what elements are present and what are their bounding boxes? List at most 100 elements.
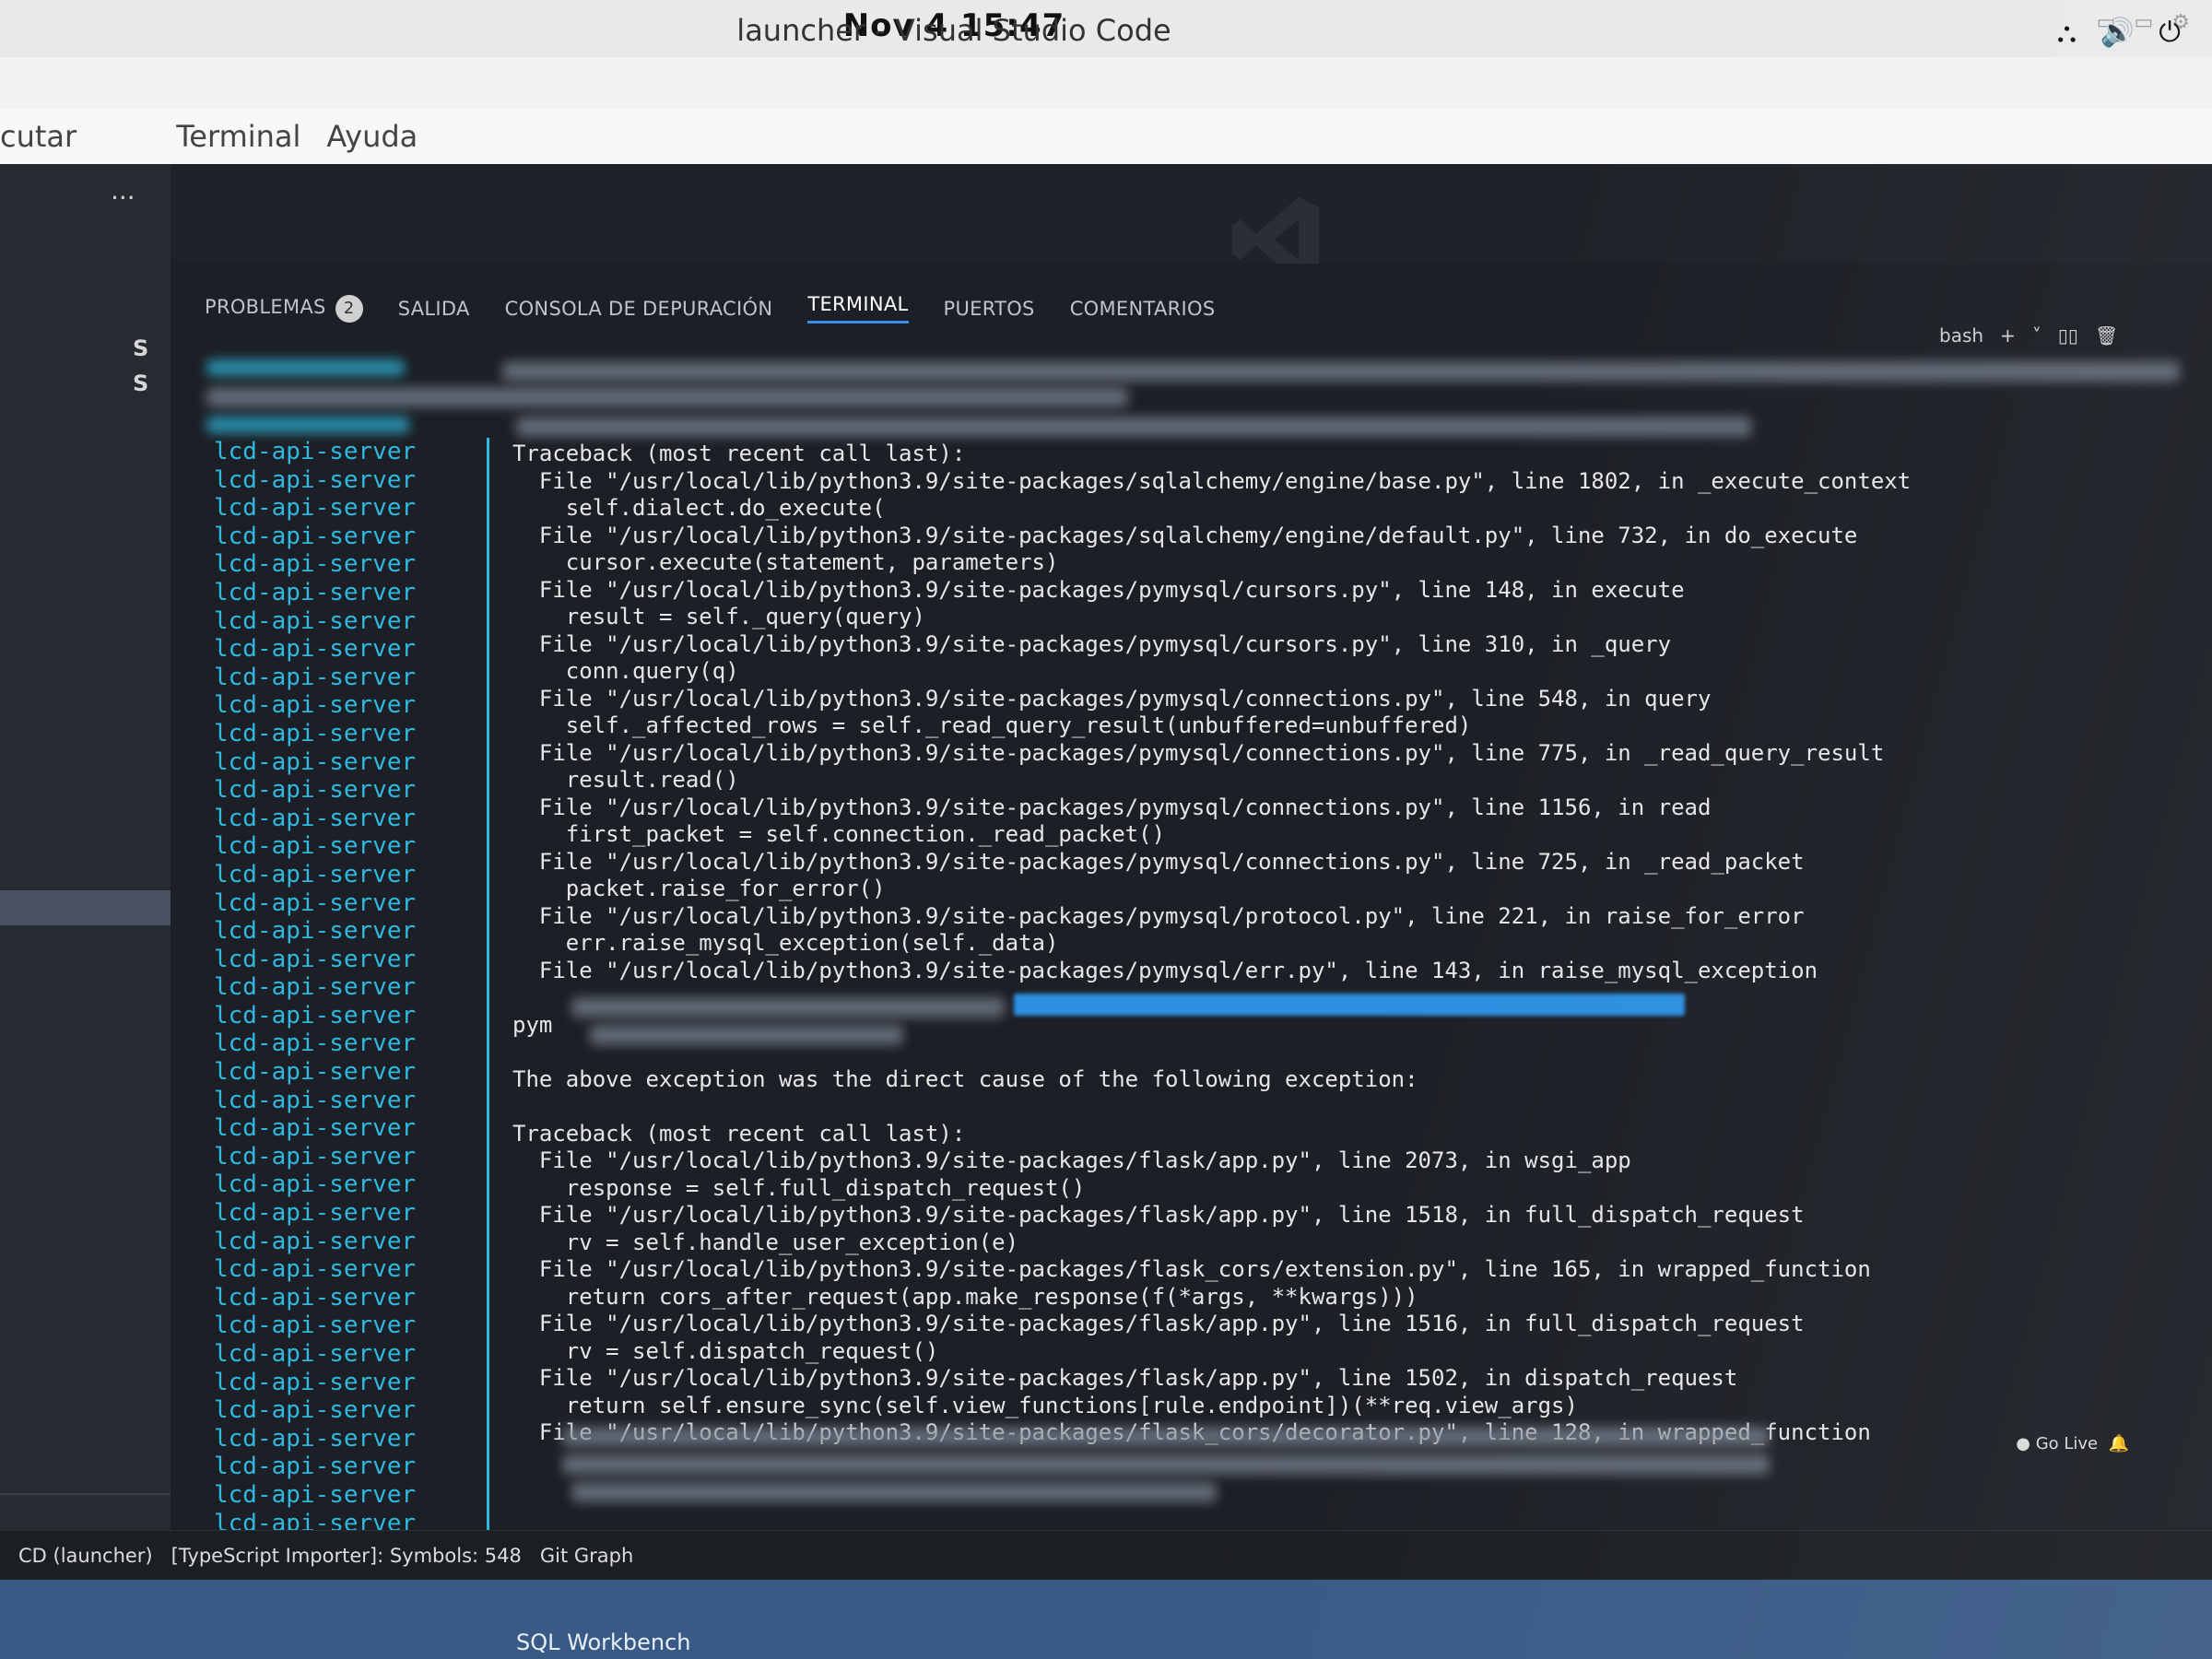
log-prefix: lcd-api-server bbox=[214, 550, 417, 579]
terminal-line: rv = self.dispatch_request() bbox=[512, 1337, 939, 1364]
log-prefix: lcd-api-server bbox=[214, 1453, 417, 1481]
terminal-output[interactable]: Traceback (most recent call last): File … bbox=[512, 441, 2208, 1447]
log-prefix: lcd-api-server bbox=[214, 747, 417, 776]
panel-tabs: PROBLEMAS 2 SALIDA CONSOLA DE DEPURACIÓN … bbox=[205, 293, 1215, 324]
log-prefix: lcd-api-server bbox=[214, 804, 417, 832]
log-prefix: lcd-api-server bbox=[214, 606, 417, 635]
tab-debug-console[interactable]: CONSOLA DE DEPURACIÓN bbox=[505, 298, 773, 320]
network-icon[interactable]: ⛬ bbox=[2057, 17, 2077, 49]
tab-ports[interactable]: PUERTOS bbox=[944, 298, 1035, 320]
log-prefix: lcd-api-server bbox=[214, 1001, 417, 1030]
terminal-line: File "/usr/local/lib/python3.9/site-pack… bbox=[512, 739, 1885, 766]
log-prefix: lcd-api-server bbox=[214, 945, 417, 973]
obscured-text bbox=[562, 1427, 1770, 1447]
split-terminal-icon[interactable]: ▯▯ bbox=[2058, 324, 2078, 347]
sidebar: ... S S bbox=[0, 164, 171, 1530]
obscured-text bbox=[206, 387, 1128, 407]
terminal-line: Traceback (most recent call last): bbox=[512, 441, 966, 466]
terminal-line: File "/usr/local/lib/python3.9/site-pack… bbox=[512, 1311, 1805, 1336]
log-prefix: lcd-api-server bbox=[214, 1030, 417, 1058]
status-ts-importer[interactable]: [TypeScript Importer]: Symbols: 548 bbox=[171, 1545, 522, 1567]
problems-count-badge: 2 bbox=[335, 294, 363, 323]
tab-output[interactable]: SALIDA bbox=[398, 298, 470, 320]
log-prefix: lcd-api-server bbox=[214, 465, 417, 494]
log-prefix: lcd-api-server bbox=[214, 1340, 417, 1368]
obscured-text bbox=[206, 417, 409, 433]
status-git-graph[interactable]: Git Graph bbox=[540, 1545, 633, 1567]
log-prefix: lcd-api-server bbox=[214, 888, 417, 917]
obscured-text bbox=[590, 1025, 903, 1045]
status-bar: CD (launcher) [TypeScript Importer]: Sym… bbox=[0, 1530, 2212, 1581]
terminal-line: File "/usr/local/lib/python3.9/site-pack… bbox=[512, 1256, 1871, 1282]
obscured-text bbox=[206, 359, 405, 376]
terminal-line: return cors_after_request(app.make_respo… bbox=[512, 1283, 1418, 1310]
log-prefix: lcd-api-server bbox=[214, 1283, 417, 1312]
log-prefix: lcd-api-server bbox=[214, 1199, 417, 1228]
menu-item-terminal[interactable]: Terminal bbox=[176, 119, 300, 154]
trash-icon[interactable]: 🗑 bbox=[2095, 324, 2118, 347]
terminal-line: File "/usr/local/lib/python3.9/site-pack… bbox=[512, 1147, 1631, 1173]
terminal-line: File "/usr/local/lib/python3.9/site-pack… bbox=[512, 467, 1912, 494]
menu-item-run[interactable]: cutar bbox=[0, 119, 76, 154]
log-prefix: lcd-api-server bbox=[214, 1142, 417, 1171]
editor-area bbox=[171, 164, 2212, 264]
text-selection bbox=[1014, 994, 1685, 1016]
log-prefix: lcd-api-server bbox=[214, 917, 417, 946]
log-prefix: lcd-api-server bbox=[214, 635, 417, 664]
terminal-line: Traceback (most recent call last): bbox=[512, 1120, 966, 1147]
obscured-text bbox=[571, 997, 1005, 1018]
terminal-line: File "/usr/local/lib/python3.9/site-pack… bbox=[512, 902, 1805, 929]
more-actions-icon[interactable]: ... bbox=[111, 175, 135, 206]
log-prefix: lcd-api-server bbox=[214, 719, 417, 747]
terminal-line: cursor.execute(statement, parameters) bbox=[512, 549, 1059, 575]
chevron-down-icon[interactable]: ˅ bbox=[2032, 324, 2041, 347]
status-remote[interactable]: CD (launcher) bbox=[18, 1545, 153, 1567]
log-prefix: lcd-api-server bbox=[214, 1368, 417, 1396]
power-icon[interactable]: ⏻ bbox=[2159, 17, 2181, 49]
terminal-line: response = self.full_dispatch_request() bbox=[512, 1174, 1086, 1201]
terminal-line: File "/usr/local/lib/python3.9/site-pack… bbox=[512, 522, 1858, 548]
log-separator bbox=[487, 438, 489, 1535]
title-bar-status-icons: ⛬ 🔊 ⏻ bbox=[2057, 0, 2181, 65]
window-title: launcher - Visual Studio Code bbox=[736, 13, 1171, 48]
terminal-line: rv = self.handle_user_exception(e) bbox=[512, 1229, 1019, 1255]
terminal-line: result.read() bbox=[512, 767, 739, 793]
terminal-line: File "/usr/local/lib/python3.9/site-pack… bbox=[512, 848, 1805, 875]
obscured-text bbox=[562, 1454, 1770, 1475]
obscured-text bbox=[516, 417, 1751, 437]
tab-problems[interactable]: PROBLEMAS 2 bbox=[205, 294, 363, 323]
log-prefix: lcd-api-server bbox=[214, 578, 417, 606]
log-prefix: lcd-api-server bbox=[214, 1396, 417, 1425]
terminal-prefix-column: lcd-api-server lcd-api-server lcd-api-serv… bbox=[214, 438, 472, 1566]
sidebar-item-status[interactable]: S bbox=[133, 335, 148, 361]
terminal-line: The above exception was the direct cause… bbox=[512, 1065, 1418, 1092]
menu-item-help[interactable]: Ayuda bbox=[326, 119, 418, 154]
log-prefix: lcd-api-server bbox=[214, 973, 417, 1002]
taskbar-app-sql-workbench[interactable]: SQL Workbench bbox=[516, 1630, 691, 1655]
log-prefix: lcd-api-server bbox=[214, 522, 417, 550]
terminal-line: File "/usr/local/lib/python3.9/site-pack… bbox=[512, 794, 1712, 820]
terminal-line: File "/usr/local/lib/python3.9/site-pack… bbox=[512, 957, 1818, 983]
sidebar-item-status[interactable]: S bbox=[133, 371, 148, 396]
terminal-line: File "/usr/local/lib/python3.9/site-pack… bbox=[512, 576, 1685, 603]
log-prefix: lcd-api-server bbox=[214, 1312, 417, 1340]
log-prefix: lcd-api-server bbox=[214, 1227, 417, 1255]
terminal-line: self._affected_rows = self._read_query_r… bbox=[512, 712, 1472, 738]
add-terminal-icon[interactable]: + bbox=[2000, 324, 2016, 347]
terminal-shell-selector[interactable]: bash bbox=[1939, 324, 1983, 347]
terminal-line: return self.ensure_sync(self.view_functi… bbox=[512, 1392, 1578, 1418]
obscured-text bbox=[502, 361, 2180, 382]
log-prefix: lcd-api-server bbox=[214, 832, 417, 861]
log-prefix: lcd-api-server bbox=[214, 438, 417, 465]
log-prefix: lcd-api-server bbox=[214, 663, 417, 691]
terminal-line: conn.query(q) bbox=[512, 658, 739, 684]
log-prefix: lcd-api-server bbox=[214, 860, 417, 888]
tab-comments[interactable]: COMENTARIOS bbox=[1070, 298, 1216, 320]
terminal-toolbar: bash + ˅ ▯▯ 🗑 bbox=[1939, 324, 2118, 347]
go-live-button[interactable]: ● Go Live 🔔 bbox=[2016, 1434, 2129, 1453]
terminal-line: first_packet = self.connection._read_pac… bbox=[512, 821, 1166, 847]
terminal-line: File "/usr/local/lib/python3.9/site-pack… bbox=[512, 685, 1712, 712]
volume-icon[interactable]: 🔊 bbox=[2100, 17, 2135, 49]
terminal-line: err.raise_mysql_exception(self._data) bbox=[512, 930, 1059, 956]
tab-terminal[interactable]: TERMINAL bbox=[807, 293, 909, 324]
